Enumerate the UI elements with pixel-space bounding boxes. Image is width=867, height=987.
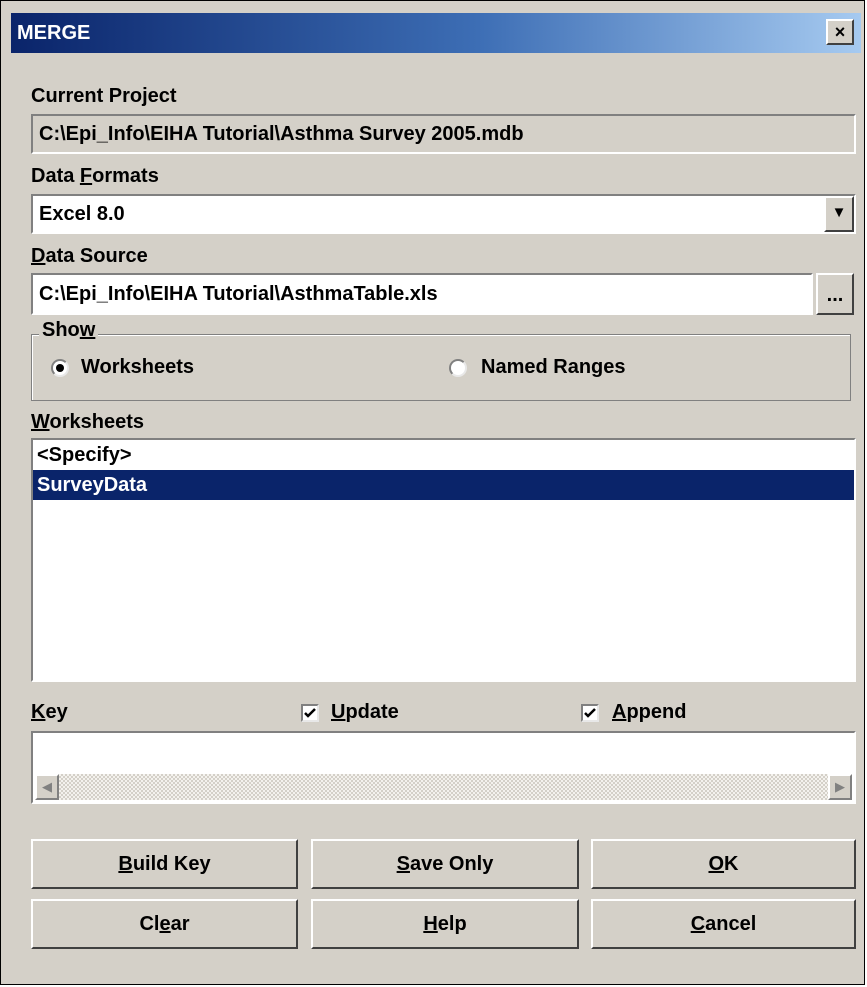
chevron-down-icon: ▼ xyxy=(831,204,847,221)
data-formats-select[interactable]: Excel 8.0 ▼ xyxy=(31,194,856,234)
key-listbox[interactable]: ◀ ▶ xyxy=(31,731,856,804)
triangle-left-icon: ◀ xyxy=(42,779,52,794)
browse-button[interactable]: ... xyxy=(816,273,854,315)
current-project-field: C:\Epi_Info\EIHA Tutorial\Asthma Survey … xyxy=(31,114,856,154)
list-item-selected[interactable]: SurveyData xyxy=(33,470,854,500)
help-button[interactable]: Help xyxy=(311,899,579,949)
show-legend: Show xyxy=(39,319,99,342)
checkmark-icon xyxy=(304,708,316,718)
scroll-left-button[interactable]: ◀ xyxy=(35,774,59,800)
update-checkbox-label[interactable]: Update xyxy=(331,701,399,724)
radio-selected-dot xyxy=(56,364,64,372)
data-formats-value: Excel 8.0 xyxy=(39,203,125,225)
worksheets-listbox[interactable]: <Specify> SurveyData xyxy=(31,438,856,682)
data-source-input[interactable]: C:\Epi_Info\EIHA Tutorial\AsthmaTable.xl… xyxy=(31,273,813,315)
append-checkbox-label[interactable]: Append xyxy=(612,701,686,724)
triangle-right-icon: ▶ xyxy=(835,779,845,794)
build-key-button[interactable]: Build Key xyxy=(31,839,298,889)
title-bar[interactable]: MERGE × xyxy=(11,13,861,53)
named-ranges-radio-label[interactable]: Named Ranges xyxy=(481,356,626,379)
list-item[interactable]: <Specify> xyxy=(33,440,854,470)
current-project-label: Current Project xyxy=(31,85,177,107)
ok-button[interactable]: OK xyxy=(591,839,856,889)
close-button[interactable]: × xyxy=(826,19,854,45)
named-ranges-radio[interactable] xyxy=(449,359,467,377)
append-checkbox[interactable] xyxy=(581,704,599,722)
window-title: MERGE xyxy=(17,22,91,44)
key-label: Key xyxy=(31,701,68,723)
update-checkbox[interactable] xyxy=(301,704,319,722)
worksheets-radio[interactable] xyxy=(51,359,69,377)
horizontal-scrollbar[interactable]: ◀ ▶ xyxy=(35,774,852,800)
worksheets-label: Worksheets xyxy=(31,411,145,433)
checkmark-icon xyxy=(584,708,596,718)
cancel-button[interactable]: Cancel xyxy=(591,899,856,949)
merge-dialog: MERGE × Current Project C:\Epi_Info\EIHA… xyxy=(0,0,865,985)
data-formats-label: Data Formats xyxy=(31,165,159,187)
close-icon: × xyxy=(834,22,846,42)
save-only-button[interactable]: Save Only xyxy=(311,839,579,889)
worksheets-radio-label[interactable]: Worksheets xyxy=(81,356,194,379)
clear-button[interactable]: Clear xyxy=(31,899,298,949)
scroll-right-button[interactable]: ▶ xyxy=(828,774,852,800)
data-source-label: Data Source xyxy=(31,245,148,267)
dropdown-arrow-button[interactable]: ▼ xyxy=(824,196,854,232)
